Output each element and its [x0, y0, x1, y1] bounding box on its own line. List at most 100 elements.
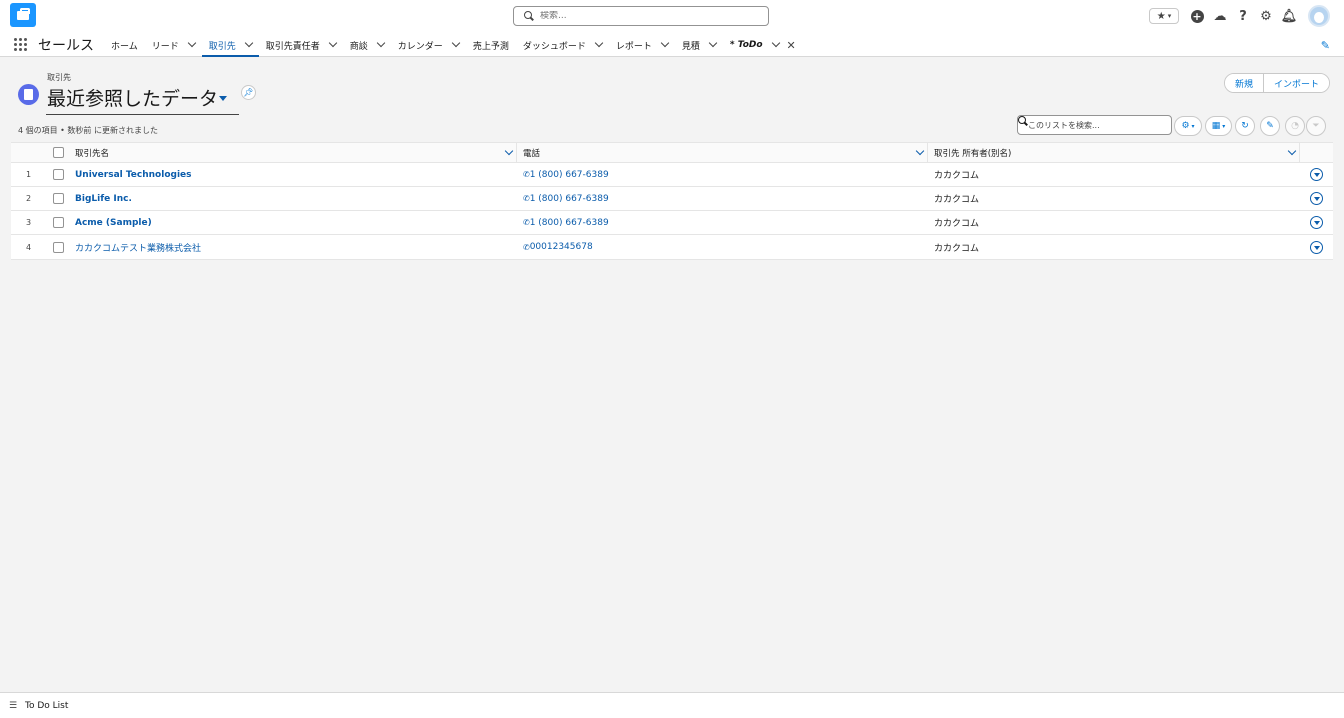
chevron-down-icon[interactable]	[1287, 146, 1297, 156]
refresh-icon: ↻	[1241, 121, 1249, 131]
table-row: 4 カカクコムテスト業務株式会社 ✆ 00012345678 カカクコム	[11, 235, 1333, 259]
phone-icon: ✆	[523, 218, 530, 227]
new-button[interactable]: 新規	[1225, 74, 1264, 92]
list-view-title[interactable]: 最近参照したデータ	[47, 84, 218, 111]
chevron-down-icon[interactable]	[451, 38, 461, 48]
row-actions-button[interactable]	[1310, 168, 1323, 181]
row-checkbox-cell	[45, 193, 74, 204]
row-actions-button[interactable]	[1310, 240, 1323, 254]
bell-icon: 🔔︎	[1280, 8, 1298, 24]
nav-item-forecasts[interactable]: 売上予測	[466, 33, 516, 57]
nav-item-contacts[interactable]: 取引先責任者	[259, 33, 343, 57]
chevron-down-icon[interactable]	[708, 38, 718, 48]
phone-link[interactable]: ✆ 00012345678	[523, 242, 593, 252]
row-actions-button[interactable]	[1310, 192, 1323, 205]
owner-alias: カカクコム	[934, 243, 980, 254]
app-launcher-icon[interactable]	[14, 38, 27, 51]
header-actions: ★ ▾ + ☁ ? ⚙ 🔔︎	[1149, 4, 1344, 28]
filter-button[interactable]: ⏷	[1306, 116, 1326, 136]
chevron-down-icon[interactable]	[328, 38, 338, 48]
edit-nav-pencil-icon[interactable]: ✎	[1321, 39, 1330, 52]
close-icon[interactable]: ✕	[787, 39, 796, 52]
column-header-phone[interactable]: 電話	[517, 143, 928, 162]
list-search[interactable]	[1017, 115, 1172, 135]
notifications-button[interactable]: 🔔︎	[1280, 8, 1298, 24]
row-checkbox[interactable]	[53, 169, 64, 180]
row-checkbox[interactable]	[53, 241, 64, 253]
chevron-down-icon[interactable]	[660, 38, 670, 48]
utility-item-todo-list[interactable]: To Do List	[25, 701, 68, 711]
pin-icon: 📌︎	[243, 88, 254, 97]
nav-item-quotes[interactable]: 見積	[675, 33, 723, 57]
chevron-down-icon[interactable]	[771, 38, 780, 48]
account-name-link[interactable]: BigLife Inc.	[75, 194, 132, 204]
account-name-link[interactable]: Universal Technologies	[75, 170, 192, 180]
list-view-picker-chevron-icon[interactable]	[219, 96, 227, 101]
owner-alias: カカクコム	[934, 171, 980, 181]
phone-icon: ✆	[523, 194, 530, 203]
star-icon: ★	[1156, 10, 1166, 22]
table-row: 3 Acme (Sample) ✆ 1 (800) 667-6389 カカクコム	[11, 211, 1333, 235]
pin-list-view-button[interactable]: 📌︎	[241, 85, 256, 100]
favorites-button[interactable]: ★ ▾	[1149, 8, 1179, 24]
app-name: セールス	[38, 38, 94, 54]
global-actions-button[interactable]: +	[1189, 8, 1205, 24]
nav-item-opportunities[interactable]: 商談	[343, 33, 391, 57]
list-search-input[interactable]	[1028, 120, 1158, 130]
nav-item-calendar[interactable]: カレンダー	[391, 33, 466, 57]
phone-link[interactable]: ✆ 1 (800) 667-6389	[523, 194, 609, 204]
global-search-input[interactable]	[540, 11, 740, 21]
row-actions-button[interactable]	[1310, 216, 1323, 229]
import-button[interactable]: インポート	[1263, 74, 1330, 92]
gear-icon: ⚙	[1181, 121, 1190, 131]
global-search[interactable]	[513, 6, 769, 26]
help-icon: ?	[1239, 8, 1247, 24]
avatar[interactable]	[1308, 5, 1330, 27]
chevron-down-icon[interactable]	[376, 38, 386, 48]
cloud-icon: ☁	[1213, 8, 1227, 24]
row-checkbox-cell	[45, 241, 74, 253]
select-all-cell	[45, 147, 74, 158]
nav-item-todo[interactable]: * ToDo ✕	[723, 33, 803, 57]
help-button[interactable]: ?	[1235, 8, 1251, 24]
row-checkbox-cell	[45, 169, 74, 180]
account-name-link[interactable]: カカクコムテスト業務株式会社	[75, 241, 201, 254]
app-logo-icon[interactable]	[10, 3, 36, 27]
nav-item-dashboards[interactable]: ダッシュボード	[516, 33, 609, 57]
row-checkbox[interactable]	[53, 193, 64, 204]
row-number: 3	[26, 218, 32, 227]
chevron-down-icon[interactable]	[244, 38, 254, 48]
account-object-icon	[18, 84, 39, 105]
chevron-down-icon[interactable]	[504, 146, 514, 156]
pencil-icon: ✎	[1266, 121, 1274, 131]
display-as-button[interactable]: ▦ ▾	[1205, 116, 1232, 136]
column-header-name[interactable]: 取引先名	[74, 143, 517, 162]
phone-link[interactable]: ✆ 1 (800) 667-6389	[523, 170, 609, 180]
list-icon: ☰	[9, 700, 18, 711]
nav-item-reports[interactable]: レポート	[609, 33, 675, 57]
charts-button[interactable]: ◔	[1285, 116, 1305, 136]
chevron-down-icon[interactable]	[187, 38, 196, 48]
chevron-down-icon[interactable]	[594, 38, 604, 48]
list-info-text: 4 個の項目 • 数秒前 に更新されました	[18, 126, 158, 135]
trailhead-button[interactable]: ☁	[1212, 8, 1228, 24]
nav-item-accounts[interactable]: 取引先	[201, 33, 259, 57]
column-header-owner[interactable]: 取引先 所有者(別名)	[928, 143, 1300, 162]
utility-bar: ☰ To Do List	[0, 692, 1344, 718]
nav-item-home[interactable]: ホーム	[104, 33, 145, 57]
list-view-controls-button[interactable]: ⚙ ▾	[1174, 116, 1202, 136]
refresh-button[interactable]: ↻	[1235, 116, 1255, 136]
filter-icon: ⏷	[1312, 121, 1320, 131]
select-all-checkbox[interactable]	[53, 147, 64, 158]
nav-item-leads[interactable]: リード	[145, 33, 202, 57]
table-icon: ▦	[1211, 121, 1221, 131]
chevron-down-icon[interactable]	[915, 146, 925, 156]
account-name-link[interactable]: Acme (Sample)	[75, 218, 152, 228]
setup-button[interactable]: ⚙	[1258, 8, 1274, 24]
chevron-down-icon: ▾	[1191, 122, 1195, 130]
phone-link[interactable]: ✆ 1 (800) 667-6389	[523, 218, 609, 228]
inline-edit-button[interactable]: ✎	[1260, 116, 1280, 136]
row-checkbox[interactable]	[53, 217, 64, 228]
object-label: 取引先	[47, 73, 71, 82]
table-row: 1 Universal Technologies ✆ 1 (800) 667-63…	[11, 163, 1333, 187]
